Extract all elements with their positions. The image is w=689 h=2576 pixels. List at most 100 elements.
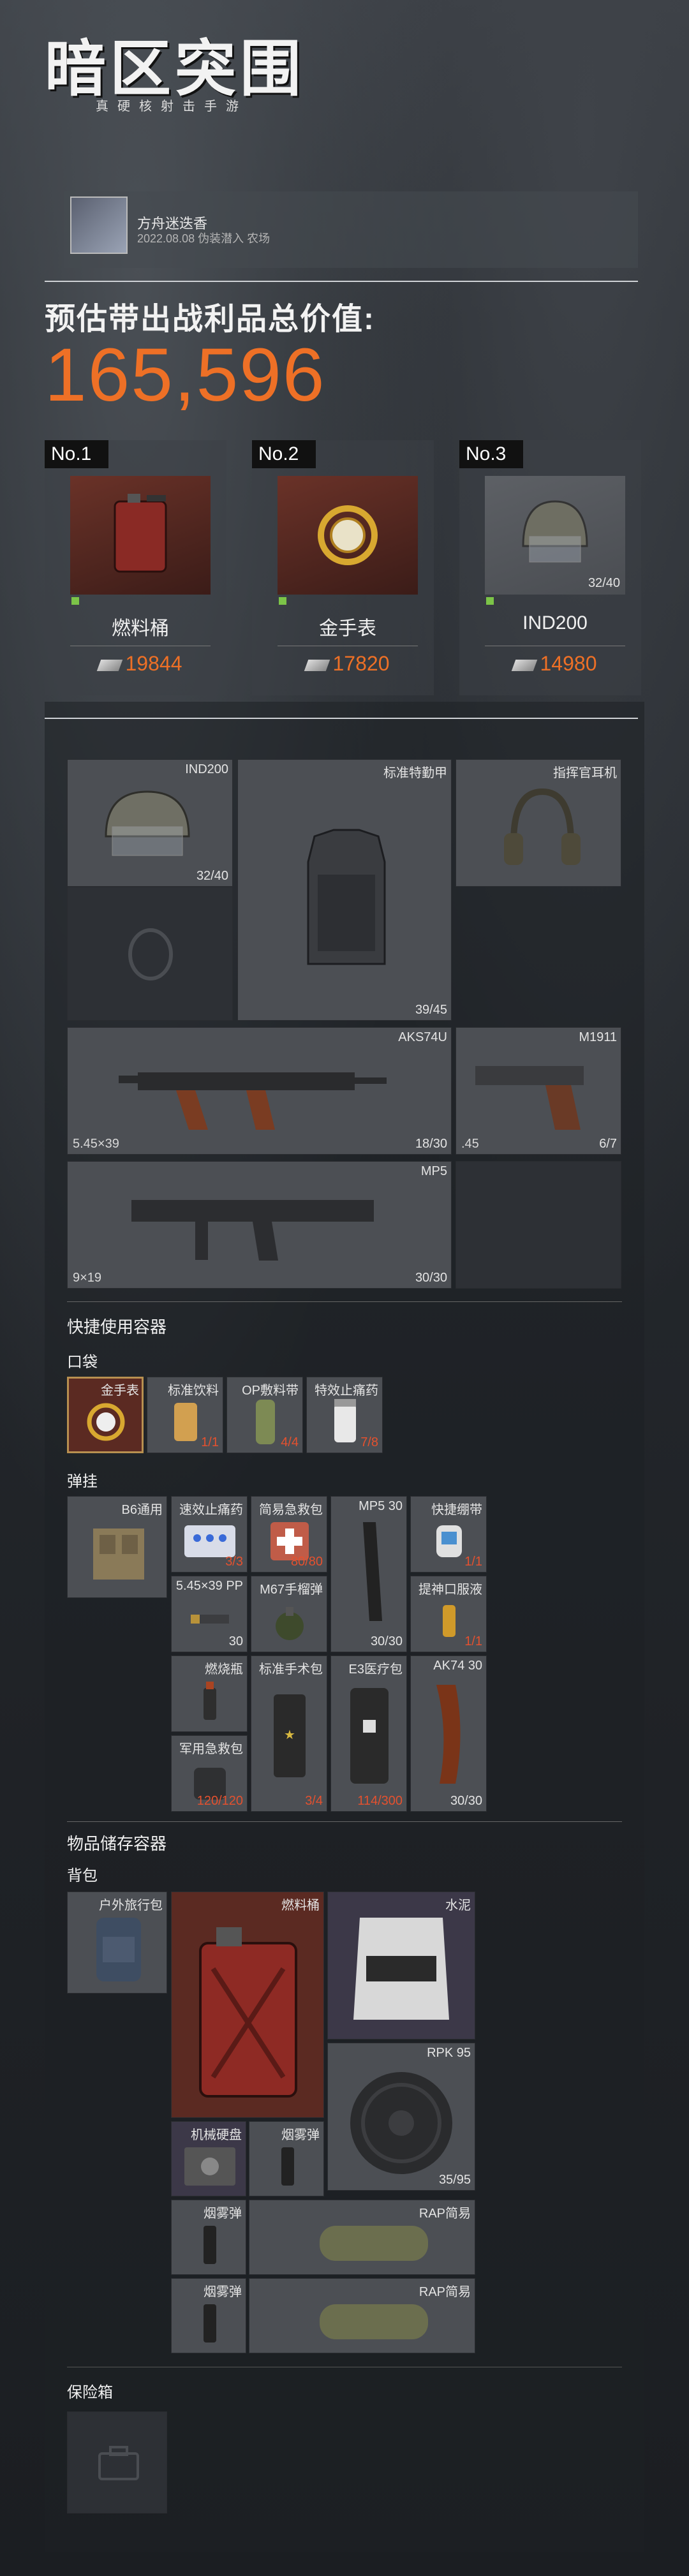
item-name: IND200	[185, 762, 228, 776]
item-caliber: 9×19	[73, 1271, 102, 1285]
gear-pistol-slot[interactable]: M1911 .45 6/7	[456, 1027, 621, 1155]
game-subtitle: 真硬核射击手游	[96, 100, 248, 114]
item-count: 3/3	[225, 1555, 243, 1569]
rig-container[interactable]: B6通用	[67, 1496, 167, 1598]
helmet-image: 32/40	[485, 476, 625, 595]
rarity-indicator	[486, 597, 494, 605]
gear-helmet-slot[interactable]: IND200 32/40	[67, 759, 233, 887]
gear-armor-slot[interactable]: 标准特勤甲 39/45	[237, 759, 452, 1021]
total-value: 165,596	[45, 333, 326, 417]
item-count: 32/40	[196, 869, 228, 883]
item-name: MP5	[420, 1164, 447, 1178]
match-info: 2022.08.08 伪装潜入 农场	[137, 232, 270, 245]
fuel-can-image	[70, 476, 211, 595]
avatar	[70, 196, 128, 254]
gear-mask-slot-empty[interactable]	[67, 887, 233, 1021]
item-count: 114/300	[357, 1794, 403, 1808]
item-count: 30/30	[370, 1634, 403, 1648]
item-count: 1/1	[464, 1555, 482, 1569]
backpack-slot[interactable]: 烟雾弹	[249, 2121, 324, 2196]
rig-slot[interactable]: 速效止痛药 3/3	[171, 1496, 248, 1573]
rig-slot[interactable]: 燃烧瓶	[171, 1655, 248, 1732]
item-name: 快捷绷带	[431, 1503, 482, 1517]
item-caliber: .45	[461, 1137, 479, 1151]
backpack-slot[interactable]: RAP简易	[249, 2278, 475, 2353]
rig-slot[interactable]: 军用急救包 120/120	[171, 1735, 248, 1812]
rig-slot[interactable]: M67手榴弹	[251, 1576, 327, 1652]
item-count: 80/80	[290, 1555, 323, 1569]
item-name: 5.45×39 PP	[175, 1579, 243, 1593]
gold-watch-image	[278, 476, 418, 595]
item-count: 7/8	[360, 1435, 378, 1449]
currency-icon	[511, 659, 537, 671]
gear-headset-slot[interactable]: 指挥官耳机	[456, 759, 621, 887]
item-count: 3/4	[305, 1794, 323, 1808]
backpack-slot[interactable]: 燃料桶	[171, 1891, 324, 2118]
backpack-container[interactable]: 户外旅行包	[67, 1891, 167, 1994]
item-count: 1/1	[201, 1435, 219, 1449]
item-count: 18/30	[415, 1137, 447, 1151]
item-count: 120/120	[196, 1794, 243, 1808]
item-name: 指挥官耳机	[553, 766, 617, 780]
rig-slot[interactable]: E3医疗包 114/300	[330, 1655, 407, 1812]
item-name: 提神口服液	[419, 1583, 482, 1597]
item-count: 39/45	[415, 1003, 447, 1017]
item-name: 燃料桶	[112, 618, 169, 639]
gear-primary-weapon-slot[interactable]: AKS74U 5.45×39 18/30	[67, 1027, 452, 1155]
backpack-slot[interactable]: RPK 95 35/95	[327, 2043, 475, 2191]
currency-icon	[96, 659, 122, 671]
rig-slot[interactable]: 快捷绷带 1/1	[410, 1496, 487, 1573]
divider	[67, 1821, 622, 1822]
pocket-slot-3[interactable]: OP敷料带 4/4	[226, 1377, 303, 1453]
safe-box-slot[interactable]	[67, 2411, 167, 2513]
rig-slot[interactable]: 5.45×39 PP 30	[171, 1576, 248, 1652]
item-name: MP5 30	[359, 1499, 403, 1513]
pocket-slot-4[interactable]: 特效止痛药 7/8	[306, 1377, 383, 1453]
item-name: 烟雾弹	[281, 2128, 320, 2142]
gear-secondary-weapon-slot[interactable]: MP5 9×19 30/30	[67, 1161, 452, 1289]
rig-slot[interactable]: AK74 30 30/30	[410, 1655, 487, 1812]
rig-slot[interactable]: 提神口服液 1/1	[410, 1576, 487, 1652]
pocket-label: 口袋	[67, 1354, 98, 1371]
pocket-slot-1[interactable]: 金手表	[67, 1377, 144, 1453]
backpack-slot[interactable]: 机械硬盘	[171, 2121, 246, 2196]
safe-box-label: 保险箱	[67, 2384, 113, 2401]
rig-slot[interactable]: 简易急救包 80/80	[251, 1496, 327, 1573]
item-name: IND200	[522, 612, 588, 633]
rig-slot[interactable]: MP5 30 30/30	[330, 1496, 407, 1652]
quick-use-title: 快捷使用容器	[67, 1317, 167, 1336]
top-item-card-3[interactable]: No.3 32/40 IND200 14980	[459, 440, 641, 695]
pocket-slot-2[interactable]: 标准饮料 1/1	[147, 1377, 223, 1453]
item-count: 30/30	[415, 1271, 447, 1285]
backpack-slot[interactable]: 烟雾弹	[171, 2200, 246, 2275]
item-name: M67手榴弹	[260, 1583, 323, 1597]
svg-text:★: ★	[284, 1728, 295, 1742]
top-item-card-2[interactable]: No.2 金手表 17820	[252, 440, 434, 695]
backpack-slot[interactable]: RAP简易	[249, 2200, 475, 2275]
item-count: 35/95	[438, 2173, 471, 2187]
item-name: RPK 95	[427, 2046, 471, 2060]
item-name: 标准手术包	[259, 1662, 323, 1677]
item-name: 机械硬盘	[191, 2128, 242, 2142]
item-name: 速效止痛药	[179, 1503, 243, 1517]
top-item-card-1[interactable]: No.1 燃料桶 19844	[45, 440, 226, 695]
backpack-slot[interactable]: 水泥	[327, 1891, 475, 2039]
item-count: 4/4	[281, 1435, 299, 1449]
item-price: 19844	[70, 652, 211, 676]
game-logo: 暗区突围	[45, 35, 305, 103]
item-name: 特效止痛药	[315, 1384, 378, 1398]
item-name: AK74 30	[433, 1659, 482, 1673]
item-name: 水泥	[445, 1899, 471, 1913]
rarity-indicator	[71, 597, 79, 605]
rank-badge: No.3	[459, 440, 523, 468]
item-count: 1/1	[464, 1634, 482, 1648]
rank-badge: No.2	[252, 440, 316, 468]
item-name: 标准特勤甲	[383, 766, 447, 780]
item-name: B6通用	[121, 1503, 163, 1517]
item-count: 6/7	[599, 1137, 617, 1151]
rig-slot[interactable]: ★ 标准手术包 3/4	[251, 1655, 327, 1812]
backpack-slot[interactable]: 烟雾弹	[171, 2278, 246, 2353]
item-name: 金手表	[101, 1384, 139, 1398]
gear-melee-slot-empty[interactable]	[456, 1161, 621, 1289]
item-name: RAP简易	[419, 2285, 471, 2299]
